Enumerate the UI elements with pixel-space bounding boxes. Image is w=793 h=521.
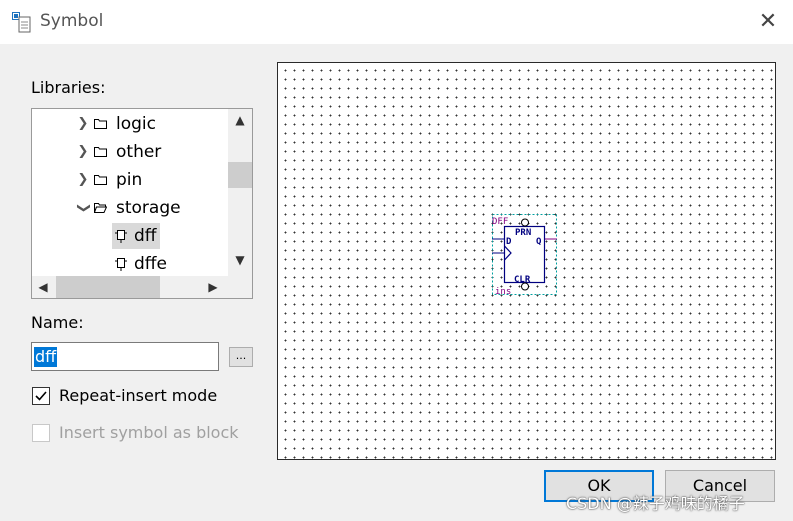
dff-symbol-preview: DFF PRN D Q CLR ins — [492, 214, 557, 297]
insert-as-block-label: Insert symbol as block — [59, 423, 239, 442]
checkmark-icon — [35, 391, 47, 401]
name-field[interactable]: dff — [31, 342, 219, 371]
title-bar: Symbol ✕ — [0, 0, 793, 44]
folder-icon — [94, 119, 107, 129]
watermark: CSDN @辣子鸡味的橘子 — [566, 494, 745, 513]
close-icon[interactable]: ✕ — [754, 8, 782, 36]
scroll-right-icon[interactable]: ▶ — [202, 276, 224, 298]
insert-as-block-checkbox[interactable] — [32, 424, 50, 442]
scroll-left-icon[interactable]: ◀ — [32, 276, 54, 298]
tree-item-dff[interactable]: dff — [112, 223, 160, 249]
scroll-corner — [228, 276, 252, 298]
name-field-value: dff — [34, 347, 58, 367]
scroll-down-icon[interactable]: ▼ — [228, 249, 252, 271]
d-pin-text: D — [506, 237, 512, 247]
tree-horizontal-scrollbar[interactable]: ◀ ▶ — [32, 276, 228, 298]
app-icon — [12, 12, 31, 33]
folder-icon — [94, 175, 107, 185]
repeat-insert-label[interactable]: Repeat-insert mode — [59, 386, 217, 405]
scroll-up-icon[interactable]: ▲ — [228, 109, 252, 131]
folder-icon — [94, 147, 107, 157]
q-pin-text: Q — [536, 237, 542, 247]
chevron-right-icon[interactable]: ❯ — [76, 111, 90, 137]
symbol-name-text: DFF — [492, 217, 508, 227]
libraries-label: Libraries: — [31, 78, 106, 97]
tree-vertical-scrollbar[interactable]: ▲ ▼ — [228, 109, 252, 276]
instance-text: ins — [495, 287, 511, 297]
name-label: Name: — [31, 313, 84, 332]
prn-pin-text: PRN — [515, 228, 531, 238]
symbol-icon — [115, 230, 127, 243]
scroll-thumb[interactable] — [56, 276, 160, 298]
folder-open-icon — [94, 203, 107, 213]
libraries-tree[interactable]: ❯ logic ❯ other ❯ pin ❯ storage dff dffe… — [31, 108, 253, 299]
symbol-icon — [115, 258, 127, 271]
chevron-right-icon[interactable]: ❯ — [76, 139, 90, 165]
clrn-pin-text: CLR — [514, 275, 531, 285]
chevron-down-icon[interactable]: ❯ — [70, 201, 96, 215]
browse-button[interactable]: ... — [229, 347, 253, 367]
chevron-right-icon[interactable]: ❯ — [76, 167, 90, 193]
window-title: Symbol — [40, 11, 104, 31]
scroll-thumb[interactable] — [228, 162, 252, 188]
repeat-insert-checkbox[interactable] — [32, 387, 50, 405]
